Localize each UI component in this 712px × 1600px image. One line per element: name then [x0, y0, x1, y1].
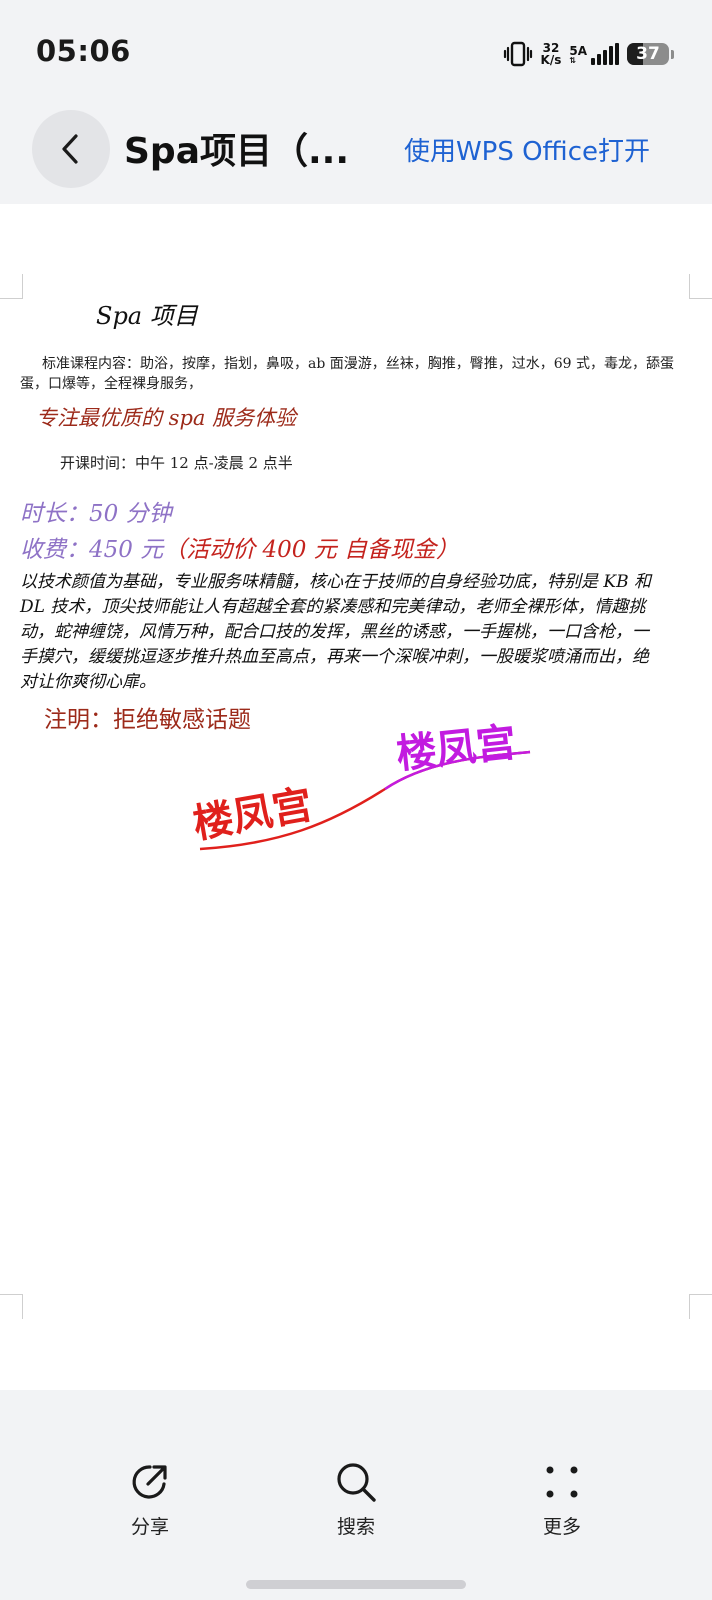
status-time: 05:06 [36, 34, 131, 68]
doc-duration: 时长：50 分钟 [20, 501, 172, 527]
net-speed-unit: K/s [540, 53, 562, 67]
more-button[interactable]: 更多 [502, 1460, 622, 1539]
battery-tip [671, 49, 674, 59]
document-page[interactable]: Spa 项目 标准课程内容：助浴，按摩，指划，鼻吸，ab 面漫游，丝袜，胸推，臀… [0, 204, 712, 1390]
search-icon [337, 1463, 376, 1502]
crop-mark [0, 274, 23, 299]
signal-arrows-icon: ⇅ [569, 56, 577, 65]
doc-courses: 标准课程内容：助浴，按摩，指划，鼻吸，ab 面漫游，丝袜，胸推，臀推，过水，69… [20, 356, 675, 392]
doc-price-label: 收费：450 元 [20, 537, 164, 563]
app-header: Spa项目（... 使用WPS Office打开 [0, 100, 712, 204]
vibrate-icon [503, 41, 532, 67]
search-label: 搜索 [336, 1516, 375, 1538]
doc-price: 收费：450 元（活动价 400 元 自备现金） [20, 530, 459, 564]
open-with-wps-link[interactable]: 使用WPS Office打开 [404, 131, 650, 168]
share-button[interactable]: 分享 [90, 1460, 210, 1539]
share-label: 分享 [130, 1516, 169, 1538]
battery-icon: 37 [627, 43, 669, 65]
wordart-logo: 楼凤宫 楼凤宫 [190, 720, 531, 851]
wordart-right: 楼凤宫 [394, 720, 518, 778]
doc-heading: Spa 项目 [96, 302, 198, 330]
more-label: 更多 [542, 1516, 581, 1538]
cellular-signal: 5A ⇅ [569, 43, 619, 65]
bottom-toolbar: 分享 搜索 更多 [0, 1442, 712, 1600]
net-speed: 32 K/s [541, 42, 562, 66]
doc-description: 以技术颜值为基础，专业服务味精髓，核心在于技师的自身经验功底，特别是 KB 和 … [20, 572, 651, 692]
more-grid-icon [546, 1466, 578, 1498]
doc-slogan: 专注最优质的 spa 服务体验 [36, 406, 297, 430]
wordart-left: 楼凤宫 [190, 782, 316, 848]
chevron-left-icon [62, 134, 78, 164]
share-icon [132, 1465, 167, 1499]
back-button[interactable] [32, 110, 110, 188]
crop-mark [689, 274, 712, 299]
battery-level: 37 [636, 44, 660, 64]
doc-hours: 开课时间：中午 12 点-凌晨 2 点半 [60, 454, 293, 472]
status-icons: 32 K/s 5A ⇅ 37 [503, 38, 674, 70]
crop-mark [689, 1294, 712, 1319]
home-indicator[interactable] [246, 1580, 466, 1589]
crop-mark [0, 1294, 23, 1319]
signal-bars-icon [591, 43, 619, 65]
document-title: Spa项目（... [124, 131, 350, 172]
doc-price-promo: （活动价 400 元 自备现金） [163, 537, 460, 563]
search-button[interactable]: 搜索 [296, 1460, 416, 1539]
status-bar: 05:06 32 K/s 5A ⇅ 37 [0, 0, 712, 100]
